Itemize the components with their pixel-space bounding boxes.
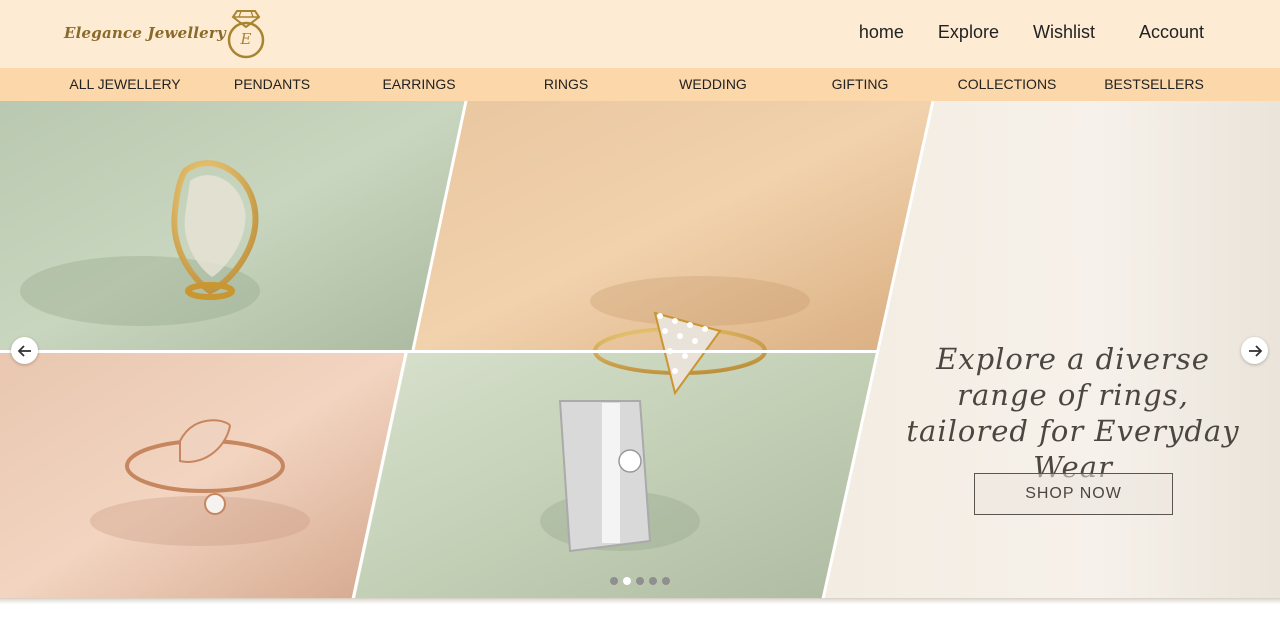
site-logo[interactable]: Elegance Jewellery E: [64, 4, 268, 62]
category-collections[interactable]: COLLECTIONS: [937, 68, 1077, 101]
category-pendants[interactable]: PENDANTS: [202, 68, 342, 101]
arrow-left-icon[interactable]: [11, 337, 38, 364]
nav-home-link[interactable]: home: [859, 22, 904, 43]
carousel-dot[interactable]: [623, 577, 631, 585]
carousel-dot[interactable]: [610, 577, 618, 585]
category-earrings[interactable]: EARRINGS: [349, 68, 489, 101]
nav-explore-link[interactable]: Explore: [938, 22, 999, 43]
carousel-dot[interactable]: [662, 577, 670, 585]
hero-bottom-shadow: [0, 598, 1280, 604]
logo-text: Elegance Jewellery: [64, 24, 226, 42]
carousel-dot[interactable]: [649, 577, 657, 585]
shop-now-button[interactable]: SHOP NOW: [974, 473, 1173, 515]
carousel-indicators: [610, 577, 670, 585]
logo-letter: E: [240, 30, 252, 48]
hero-carousel: Explore a diverse range of rings, tailor…: [0, 101, 1280, 599]
nav-wishlist-link[interactable]: Wishlist: [1033, 22, 1095, 43]
nav-account-link[interactable]: Account: [1139, 22, 1204, 43]
category-bestsellers[interactable]: BESTSELLERS: [1084, 68, 1224, 101]
category-wedding[interactable]: WEDDING: [643, 68, 783, 101]
carousel-dot[interactable]: [636, 577, 644, 585]
hero-tagline: Explore a diverse range of rings, tailor…: [906, 342, 1240, 484]
category-bar: ALL JEWELLERY PENDANTS EARRINGS RINGS WE…: [0, 68, 1280, 101]
diamond-ring-icon: E: [224, 5, 268, 61]
category-rings[interactable]: RINGS: [496, 68, 636, 101]
arrow-right-icon[interactable]: [1241, 337, 1268, 364]
top-navigation: home Explore Wishlist Account: [859, 22, 1204, 43]
site-header: Elegance Jewellery E home Explore Wishli…: [0, 0, 1280, 68]
category-all-jewellery[interactable]: ALL JEWELLERY: [55, 68, 195, 101]
category-gifting[interactable]: GIFTING: [790, 68, 930, 101]
